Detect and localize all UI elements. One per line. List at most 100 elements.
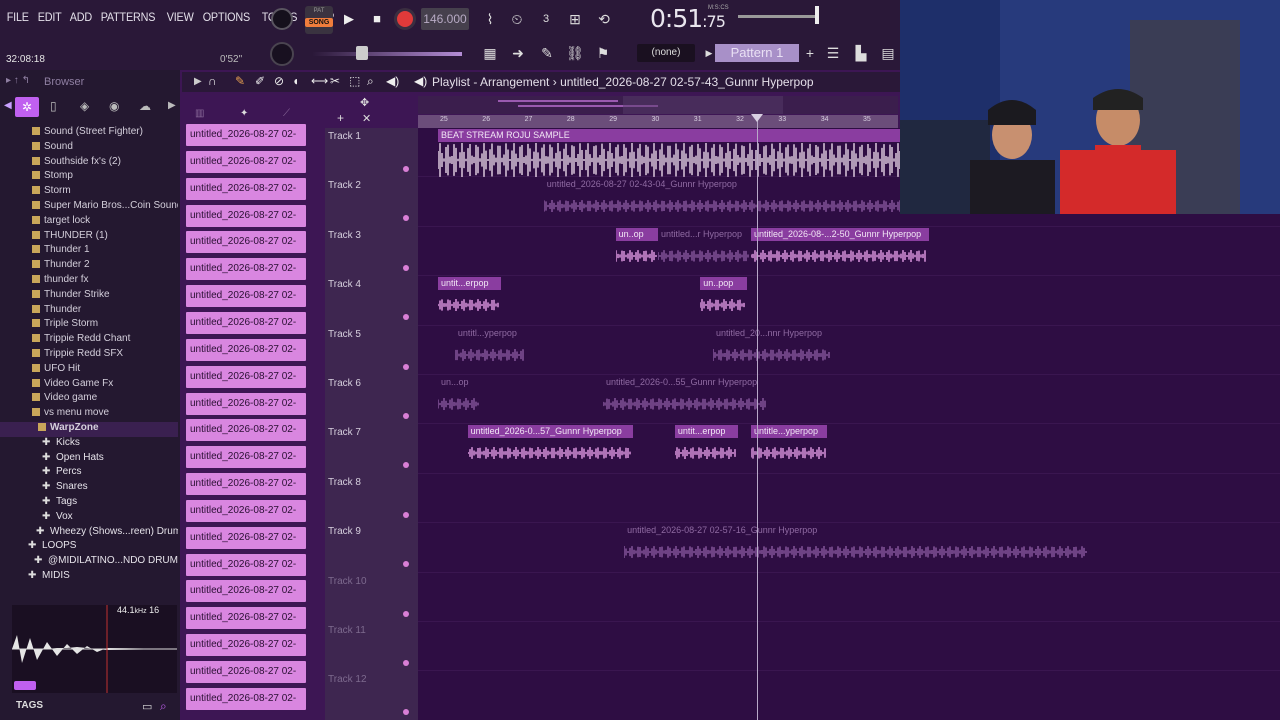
slip-tool-icon[interactable]: ⟷ — [311, 74, 328, 88]
track-mute-led[interactable] — [403, 511, 409, 518]
browser-item[interactable]: WarpZone — [0, 422, 178, 437]
folder-icon[interactable]: ▭ — [142, 700, 152, 713]
channel-button[interactable]: untitled_2026-08-27 02- — [186, 124, 306, 146]
track-name[interactable]: Track 7 — [328, 427, 361, 438]
piano-roll-icon[interactable]: ▦ — [478, 41, 502, 65]
channel-button[interactable]: untitled_2026-08-27 02- — [186, 150, 306, 173]
track-mute-led[interactable] — [403, 610, 409, 617]
channel-button[interactable]: untitled_2026-08-27 02- — [186, 526, 306, 549]
channel-button[interactable]: untitled_2026-08-27 02- — [186, 419, 306, 442]
playback-tool-icon[interactable]: ◀) — [386, 74, 399, 88]
playhead[interactable] — [757, 115, 758, 720]
draw-tool-icon[interactable]: ✎ — [235, 74, 245, 88]
audio-clip[interactable]: untit...erpop — [674, 425, 739, 471]
browser-item[interactable]: ✚ Kicks — [0, 437, 178, 452]
pattern-picker-icon[interactable]: ▥ — [195, 108, 204, 119]
browser-item[interactable]: ✚ Percs — [0, 466, 178, 481]
audio-clip[interactable]: untitled_2026-08-27 02-43-04_Gunnr Hyper… — [543, 178, 925, 224]
channel-button[interactable]: untitled_2026-08-27 02- — [186, 661, 306, 683]
browser-plugins-tab-icon[interactable]: ◈ — [80, 99, 89, 113]
step-edit-icon[interactable]: ⊞ — [563, 7, 587, 31]
browser-all-tab-icon[interactable]: ✲ — [15, 97, 39, 117]
select-tool-icon[interactable]: ⬚ — [349, 74, 360, 88]
audio-picker-icon[interactable]: ✦ — [240, 108, 248, 119]
playlist-options-arrow-icon[interactable]: ▶ — [194, 76, 202, 87]
track-mute-led[interactable] — [403, 462, 409, 469]
browser-item[interactable]: Stomp — [0, 170, 178, 185]
channel-button[interactable]: untitled_2026-08-27 02- — [186, 338, 306, 361]
track-mute-led[interactable] — [403, 314, 409, 321]
channel-button[interactable]: untitled_2026-08-27 02- — [186, 499, 306, 522]
track-name[interactable]: Track 5 — [328, 329, 361, 340]
pattern-selector[interactable]: (none) — [637, 44, 695, 62]
track-lane[interactable] — [418, 671, 1280, 720]
audio-clip[interactable]: untitle...yperpop — [751, 425, 828, 471]
browser-item[interactable]: Thunder Strike — [0, 289, 178, 304]
channel-button[interactable]: untitled_2026-08-27 02- — [186, 231, 306, 254]
track-mute-led[interactable] — [403, 264, 409, 271]
playlist-grid[interactable]: BEAT STREAM ROJU SAMPLE untitled_2026-08-… — [418, 128, 1280, 720]
menu-patterns[interactable]: PATTERNS — [98, 10, 158, 24]
browser-item[interactable]: Thunder 2 — [0, 259, 178, 274]
audio-clip[interactable]: un..pop — [700, 277, 747, 323]
track-mute-led[interactable] — [403, 413, 409, 419]
menu-edit[interactable]: EDIT — [35, 10, 64, 24]
magnet-icon[interactable]: ∩ — [208, 74, 217, 88]
menu-file[interactable]: FILE — [4, 10, 31, 24]
channel-button[interactable]: untitled_2026-08-27 02- — [186, 365, 306, 388]
menu-add[interactable]: ADD — [67, 10, 95, 24]
slice-tool-icon[interactable]: ✂ — [330, 74, 340, 88]
audio-clip[interactable]: untitled...r Hyperpop — [657, 228, 751, 274]
browser-item[interactable]: ✚ Wheezy (Shows...reen) Drumkit — [0, 526, 178, 541]
browser-item[interactable]: ✚ @MIDILATINO...NDO DRUM LOOPS — [0, 555, 178, 570]
browser-forward-icon[interactable]: ▶ — [168, 100, 176, 111]
browser-item[interactable]: Video game — [0, 392, 178, 407]
audio-clip[interactable]: untit...erpop — [438, 277, 502, 323]
channel-button[interactable]: untitled_2026-08-27 02- — [186, 258, 306, 281]
link-icon[interactable]: ⛓ — [563, 41, 587, 65]
channel-button[interactable]: untitled_2026-08-27 02- — [186, 687, 306, 710]
channel-button[interactable]: untitled_2026-08-27 02- — [186, 204, 306, 227]
track-name[interactable]: Track 11 — [328, 625, 366, 636]
channel-button[interactable]: untitled_2026-08-27 02- — [186, 634, 306, 657]
metronome-icon[interactable]: ⌇ — [478, 7, 502, 31]
channel-button[interactable]: untitled_2026-08-27 02- — [186, 473, 306, 496]
main-volume-knob[interactable] — [271, 8, 293, 30]
browser-item[interactable]: target lock — [0, 215, 178, 230]
zoom-tool-icon[interactable]: ⌕ — [367, 74, 374, 89]
pencil-icon[interactable]: ✎ — [535, 41, 559, 65]
record-button[interactable] — [394, 8, 416, 30]
browser-item[interactable]: Southside fx's (2) — [0, 156, 178, 171]
browser-item[interactable]: Thunder 1 — [0, 244, 178, 259]
browser-item[interactable]: ✚ Open Hats — [0, 452, 178, 467]
track-lane[interactable] — [418, 573, 1280, 622]
track-name[interactable]: Track 10 — [328, 576, 367, 587]
browser-web-tab-icon[interactable]: ◉ — [109, 99, 119, 113]
browser-item[interactable]: Video Game Fx — [0, 378, 178, 393]
master-volume-track[interactable] — [738, 15, 816, 18]
track-lane[interactable] — [418, 276, 1280, 326]
mute-tool-icon[interactable]: ◖ — [292, 74, 299, 88]
browser-item[interactable]: ✚ LOOPS — [0, 540, 178, 555]
browser-item[interactable]: ✚ Vox — [0, 511, 178, 526]
track-grip-icon[interactable]: ✥ — [360, 96, 369, 109]
master-pitch-slider[interactable] — [312, 52, 462, 56]
preview-play-icon[interactable] — [14, 681, 36, 690]
audio-clip[interactable]: untitled_20...nnr Hyperpop — [712, 327, 831, 373]
paint-tool-icon[interactable]: ✐ — [255, 74, 265, 88]
browser-item[interactable]: Sound — [0, 141, 178, 156]
track-mute-led[interactable] — [403, 166, 409, 172]
browser-item[interactable]: Sound (Street Fighter) — [0, 126, 178, 141]
channel-rack-icon[interactable]: ▤ — [876, 41, 900, 65]
browser-item[interactable]: thunder fx — [0, 274, 178, 289]
track-lane[interactable] — [418, 474, 1280, 524]
channel-button[interactable]: untitled_2026-08-27 02- — [186, 392, 306, 415]
browser-item[interactable]: THUNDER (1) — [0, 230, 178, 245]
track-mute-led[interactable] — [403, 709, 409, 716]
browser-item[interactable]: ✚ Tags — [0, 496, 178, 511]
audio-clip[interactable]: untitled_2026-0...57_Gunnr Hyperpop — [467, 425, 633, 471]
search-icon[interactable]: ⌕ — [160, 699, 167, 714]
audio-clip[interactable]: untitled_2026-08-27 02-57-16_Gunnr Hyper… — [624, 524, 1089, 570]
master-pitch-knob[interactable] — [270, 42, 294, 66]
add-track-icon[interactable]: + — [337, 111, 344, 125]
